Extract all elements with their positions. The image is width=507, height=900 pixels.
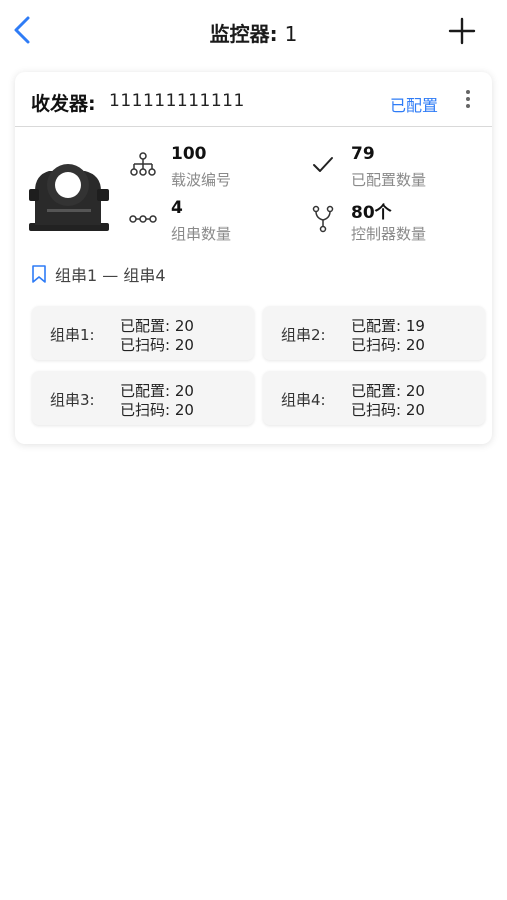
string-tile-4[interactable]: 组串4: 已配置: 20 已扫码: 20: [263, 371, 485, 425]
string-scanned: 已扫码: 20: [120, 401, 194, 419]
string-tile-1[interactable]: 组串1: 已配置: 20 已扫码: 20: [32, 306, 254, 360]
string-tile-2[interactable]: 组串2: 已配置: 19 已扫码: 20: [263, 306, 485, 360]
checkmark-icon: [313, 157, 333, 172]
network-tree-icon: [130, 152, 156, 176]
stat-label: 已配置数量: [351, 171, 427, 189]
string-scanned: 已扫码: 20: [351, 336, 425, 354]
stat-label: 控制器数量: [351, 225, 427, 243]
string-configured: 已配置: 20: [120, 382, 194, 400]
more-dot-icon: [466, 90, 470, 94]
stat-value: 100: [171, 144, 207, 164]
chain-nodes-icon: [129, 215, 157, 223]
string-name: 组串2:: [281, 326, 326, 344]
device-image: [29, 157, 111, 233]
add-button[interactable]: [447, 16, 477, 46]
string-tile-3[interactable]: 组串3: 已配置: 20 已扫码: 20: [32, 371, 254, 425]
stat-label: 组串数量: [171, 225, 232, 243]
string-configured: 已配置: 19: [351, 317, 425, 335]
card-title: 收发器:: [31, 93, 96, 115]
status-badge[interactable]: 已配置: [390, 92, 438, 116]
string-name: 组串4:: [281, 391, 326, 409]
more-dot-icon: [466, 97, 470, 101]
fork-icon: [312, 205, 334, 233]
stat-value: 80个: [351, 203, 392, 223]
string-scanned: 已扫码: 20: [120, 336, 194, 354]
serial-number: 111111111111: [109, 91, 245, 111]
string-range-text: 组串1 — 组串4: [55, 266, 166, 285]
bookmark-icon: [32, 265, 46, 283]
more-options-button[interactable]: [461, 87, 475, 113]
transceiver-card[interactable]: 收发器: 111111111111 已配置 100 载波编号 79 已配置数量 …: [15, 72, 492, 444]
more-dot-icon: [466, 104, 470, 108]
top-bar: 监控器: 1: [0, 0, 507, 62]
string-configured: 已配置: 20: [351, 382, 425, 400]
stat-value: 79: [351, 144, 375, 164]
string-configured: 已配置: 20: [120, 317, 194, 335]
stat-value: 4: [171, 198, 183, 218]
stat-label: 载波编号: [171, 171, 232, 189]
string-name: 组串1:: [50, 326, 95, 344]
page-title-label: 监控器:: [209, 22, 278, 46]
plus-icon: [448, 17, 476, 45]
page-title: 监控器: 1: [0, 18, 507, 47]
string-scanned: 已扫码: 20: [351, 401, 425, 419]
string-name: 组串3:: [50, 391, 95, 409]
page-title-number: 1: [284, 22, 298, 46]
card-header: 收发器: 111111111111 已配置: [15, 72, 492, 127]
